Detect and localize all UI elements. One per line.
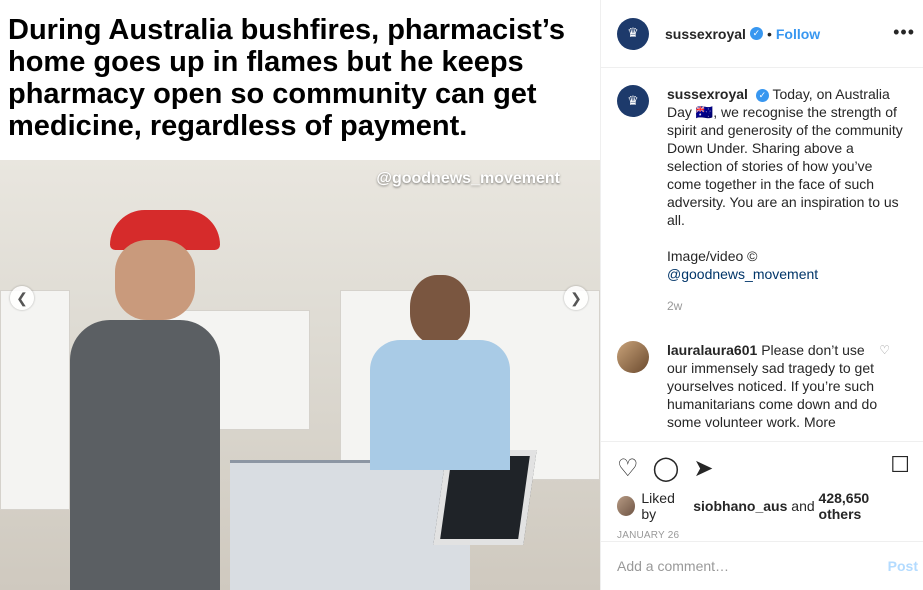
- pharmacist-body: [370, 340, 510, 470]
- pharmacist-head: [410, 275, 470, 345]
- counter: [230, 460, 470, 590]
- liked-user[interactable]: siobhano_aus: [693, 498, 787, 514]
- caption: ♛ sussexroyal ✓ Today, on Australia Day …: [617, 85, 908, 315]
- save-icon[interactable]: ☐: [890, 452, 910, 478]
- post-actions: ♡ ◯ ➤ ☐ Liked by siobhano_aus and 428,65…: [601, 441, 923, 541]
- liked-prefix: Liked by: [641, 490, 675, 522]
- like-icon[interactable]: ♡: [617, 454, 639, 483]
- post-header: ♛ sussexroyal ✓ • Follow •••: [601, 0, 923, 68]
- next-arrow-icon[interactable]: ❯: [564, 286, 588, 310]
- verified-icon: ✓: [755, 88, 769, 102]
- account-username[interactable]: sussexroyal: [665, 26, 746, 42]
- caption-text: sussexroyal ✓ Today, on Australia Day 🇦🇺…: [667, 85, 907, 315]
- caption-avatar[interactable]: ♛: [617, 85, 649, 117]
- comment-input[interactable]: [617, 558, 867, 574]
- caption-time[interactable]: 2w: [667, 297, 907, 315]
- post-media: During Australia bushfires, pharmacist’s…: [0, 0, 600, 590]
- comment-text: lauralaura601 Please don’t use our immen…: [667, 341, 882, 431]
- comment-avatar[interactable]: [617, 341, 649, 373]
- comment-username[interactable]: lauralaura601: [667, 342, 757, 358]
- comment-like-icon[interactable]: ♡: [879, 343, 890, 357]
- media-photo: @goodnews_movement: [0, 160, 600, 590]
- comment-icon[interactable]: ◯: [653, 454, 680, 483]
- caption-username[interactable]: sussexroyal: [667, 86, 748, 102]
- more-options-icon[interactable]: •••: [893, 22, 915, 43]
- media-watermark: @goodnews_movement: [376, 170, 560, 187]
- share-icon[interactable]: ➤: [693, 454, 713, 483]
- caption-credit: Image/video ©: [667, 248, 758, 264]
- separator-dot: •: [766, 25, 772, 42]
- liked-count[interactable]: 428,650 others: [819, 490, 908, 522]
- post-date[interactable]: JANUARY 26: [601, 522, 923, 541]
- follow-button[interactable]: Follow: [776, 26, 820, 42]
- liked-mid: and: [791, 498, 815, 514]
- comments-list[interactable]: ♛ sussexroyal ✓ Today, on Australia Day …: [601, 69, 923, 441]
- post-button[interactable]: Post: [888, 558, 918, 574]
- man-head: [115, 240, 195, 320]
- action-bar: ♡ ◯ ➤ ☐: [601, 442, 923, 486]
- shelf-left: [0, 290, 70, 510]
- liker-avatar[interactable]: [617, 496, 636, 516]
- verified-icon: ✓: [749, 27, 763, 40]
- caption-link[interactable]: @goodnews_movement: [667, 266, 818, 282]
- account-avatar[interactable]: ♛: [617, 17, 649, 50]
- media-headline: During Australia bushfires, pharmacist’s…: [8, 14, 566, 142]
- likes-summary: Liked by siobhano_aus and 428,650 others: [601, 490, 923, 522]
- comment-item: lauralaura601 Please don’t use our immen…: [617, 341, 908, 431]
- prev-arrow-icon[interactable]: ❮: [10, 286, 34, 310]
- caption-body: Today, on Australia Day 🇦🇺, we recognise…: [667, 86, 903, 228]
- post-panel: ♛ sussexroyal ✓ • Follow ••• ♛ sussexroy…: [600, 0, 923, 590]
- add-comment-bar: Post: [601, 541, 923, 590]
- man-body: [70, 320, 220, 590]
